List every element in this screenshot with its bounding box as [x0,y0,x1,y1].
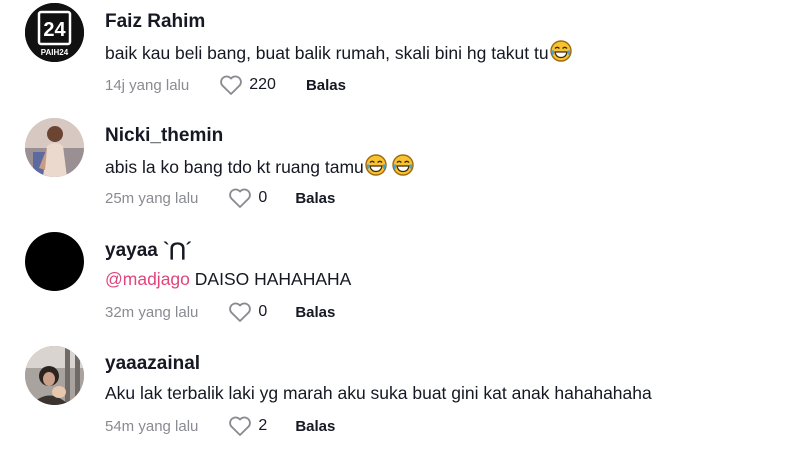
avatar[interactable] [25,118,84,177]
avatar[interactable] [25,346,84,405]
reply-button[interactable]: Balas [306,77,346,94]
heart-outline-icon [228,301,252,323]
comment-text: baik kau beli bang, buat balik rumah, sk… [105,40,572,67]
comment-meta: 32m yang lalu 0 Balas [105,300,335,324]
profile-photo-icon [25,118,84,177]
like-button[interactable]: 220 [219,74,276,96]
comment-body: Aku lak terbalik laki yg marah aku suka … [105,383,652,403]
reply-button[interactable]: Balas [295,418,335,435]
comment-item: yaaazainal Aku lak terbalik laki yg mara… [0,342,794,452]
comment-body: DAISO HAHAHAHA [189,269,352,289]
comment-item: Nicki_themin abis la ko bang tdo kt ruan… [0,114,794,224]
avatar[interactable] [25,232,84,291]
username[interactable]: Nicki_themin [105,125,223,147]
like-count: 0 [258,303,268,320]
timestamp: 14j yang lalu [105,76,190,94]
comment-meta: 14j yang lalu 220 Balas [105,73,346,97]
like-button[interactable]: 2 [228,415,267,437]
comment-item: 24 PAIH24 Faiz Rahim baik kau beli bang,… [0,0,794,110]
svg-text:24: 24 [43,19,66,41]
comment-body: baik kau beli bang, buat balik rumah, sk… [105,43,549,63]
comment-body: abis la ko bang tdo kt ruang tamu [105,157,364,177]
mention-link[interactable]: @madjago [105,269,190,289]
like-count: 220 [249,76,276,93]
heart-outline-icon [228,415,252,437]
like-count: 2 [258,417,268,434]
username[interactable]: Faiz Rahim [105,11,205,33]
like-button[interactable]: 0 [228,187,267,209]
heart-outline-icon [219,74,243,96]
comment-item: yayaa `⋂´ @madjago DAISO HAHAHAHA 32m ya… [0,228,794,338]
svg-text:PAIH24: PAIH24 [41,48,69,57]
joy-emoji-icon [392,154,414,181]
heart-outline-icon [228,187,252,209]
avatar[interactable]: 24 PAIH24 [25,3,84,62]
comment-meta: 25m yang lalu 0 Balas [105,186,335,210]
reply-button[interactable]: Balas [295,190,335,207]
comment-text: abis la ko bang tdo kt ruang tamu [105,154,414,181]
paih24-logo-icon: 24 PAIH24 [25,3,84,62]
username[interactable]: yaaazainal [105,353,200,375]
timestamp: 25m yang lalu [105,189,199,207]
profile-photo-icon [25,346,84,405]
comment-meta: 54m yang lalu 2 Balas [105,414,335,438]
joy-emoji-icon [365,154,387,181]
username[interactable]: yayaa `⋂´ [105,239,192,262]
joy-emoji-icon [549,40,572,67]
comment-text: @madjago DAISO HAHAHAHA [105,269,351,290]
timestamp: 54m yang lalu [105,417,199,435]
comment-text: Aku lak terbalik laki yg marah aku suka … [105,383,652,404]
like-count: 0 [258,189,268,206]
reply-button[interactable]: Balas [295,304,335,321]
like-button[interactable]: 0 [228,301,267,323]
timestamp: 32m yang lalu [105,303,199,321]
